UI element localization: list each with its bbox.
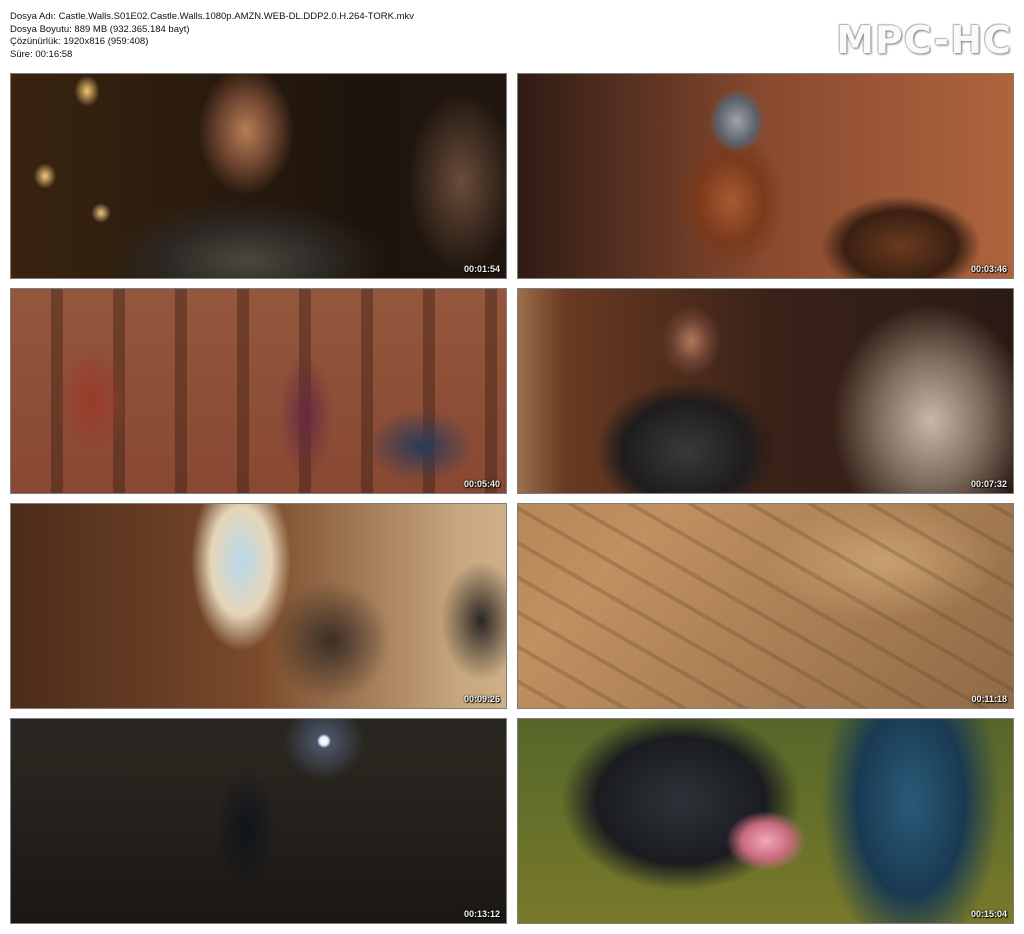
- thumbnail-image: [518, 74, 1013, 278]
- thumbnail-image: [518, 719, 1013, 923]
- thumbnail-timestamp: 00:15:04: [970, 909, 1007, 919]
- thumbnail-4[interactable]: 00:07:32: [517, 288, 1014, 494]
- thumbnail-timestamp: 00:11:18: [971, 694, 1007, 704]
- thumbnail-timestamp: 00:05:40: [463, 479, 500, 489]
- thumbnail-1[interactable]: 00:01:54: [10, 73, 507, 279]
- thumbnail-image: [518, 289, 1013, 493]
- thumbnail-7[interactable]: 00:13:12: [10, 718, 507, 924]
- thumbnail-image: [11, 719, 506, 923]
- thumbnail-8[interactable]: 00:15:04: [517, 718, 1014, 924]
- thumbnail-2[interactable]: 00:03:46: [517, 73, 1014, 279]
- thumbnail-image: [11, 289, 506, 493]
- thumbnail-grid: 00:01:54 00:03:46 00:05:40 00:07:32 00:0…: [0, 0, 1024, 934]
- thumbnail-6[interactable]: 00:11:18: [517, 503, 1014, 709]
- thumbnail-timestamp: 00:01:54: [463, 264, 500, 274]
- thumbnail-timestamp: 00:03:46: [970, 264, 1007, 274]
- thumbnail-timestamp: 00:07:32: [970, 479, 1007, 489]
- thumbnail-image: [11, 74, 506, 278]
- thumbnail-timestamp: 00:09:26: [463, 694, 500, 704]
- thumbnail-timestamp: 00:13:12: [463, 909, 500, 919]
- thumbnail-image: [11, 504, 506, 708]
- thumbnail-5[interactable]: 00:09:26: [10, 503, 507, 709]
- thumbnail-image: [518, 504, 1013, 708]
- thumbnail-3[interactable]: 00:05:40: [10, 288, 507, 494]
